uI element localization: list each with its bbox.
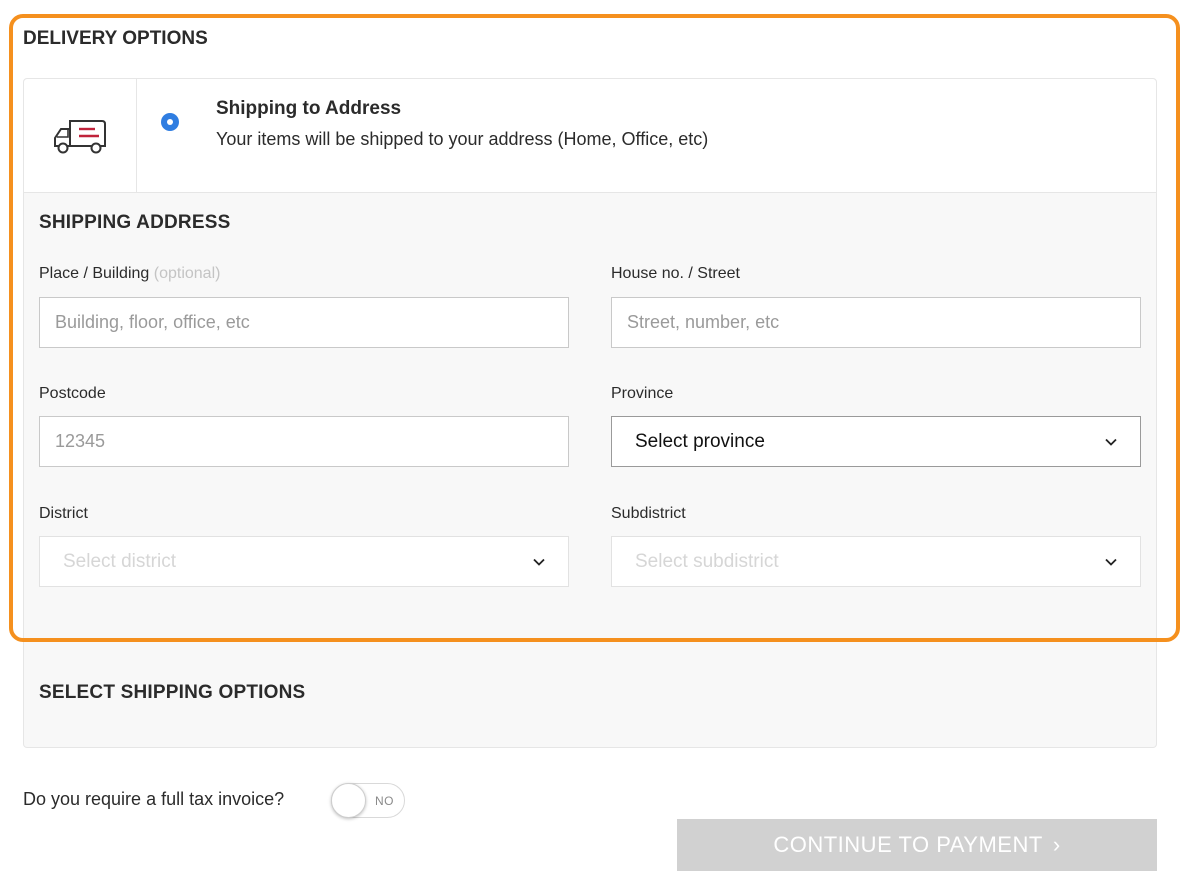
chevron-down-icon	[1105, 438, 1117, 446]
place-building-input[interactable]	[39, 297, 569, 348]
subdistrict-select-value: Select subdistrict	[635, 550, 779, 572]
postcode-label: Postcode	[39, 385, 106, 402]
street-label: House no. / Street	[611, 265, 740, 282]
option-description: Your items will be shipped to your addre…	[216, 129, 709, 149]
continue-to-payment-button[interactable]: CONTINUE TO PAYMENT ›	[677, 819, 1157, 871]
toggle-state-label: NO	[375, 794, 394, 808]
tax-invoice-toggle[interactable]: NO	[331, 783, 405, 818]
street-input[interactable]	[611, 297, 1141, 348]
radio-selected-dot	[167, 119, 173, 125]
truck-icon	[54, 119, 106, 153]
delivery-panel: Shipping to Address Your items will be s…	[23, 78, 1157, 748]
postcode-input[interactable]	[39, 416, 569, 467]
continue-button-label: CONTINUE TO PAYMENT	[773, 832, 1043, 857]
district-select[interactable]: Select district	[39, 536, 569, 587]
shipping-to-address-radio[interactable]	[161, 113, 179, 131]
toggle-knob[interactable]	[331, 783, 366, 818]
option-title: Shipping to Address	[216, 98, 402, 119]
district-select-value: Select district	[63, 550, 176, 572]
place-building-label: Place / Building (optional)	[39, 265, 220, 283]
truck-icon-cell	[24, 79, 137, 192]
district-label: District	[39, 505, 88, 522]
chevron-right-icon: ›	[1052, 832, 1061, 857]
province-select-value: Select province	[635, 430, 765, 452]
shipping-to-address-option[interactable]: Shipping to Address Your items will be s…	[24, 79, 1156, 193]
subdistrict-label: Subdistrict	[611, 505, 686, 522]
place-building-label-text: Place / Building	[39, 265, 150, 282]
tax-invoice-question: Do you require a full tax invoice?	[23, 789, 285, 809]
shipping-address-heading: SHIPPING ADDRESS	[39, 212, 231, 233]
subdistrict-select[interactable]: Select subdistrict	[611, 536, 1141, 587]
province-label: Province	[611, 385, 674, 402]
optional-hint: (optional)	[153, 265, 221, 282]
province-select[interactable]: Select province	[611, 416, 1141, 467]
delivery-options-heading: DELIVERY OPTIONS	[23, 28, 208, 49]
chevron-down-icon	[1105, 558, 1117, 566]
chevron-down-icon	[533, 558, 545, 566]
select-shipping-options-heading: SELECT SHIPPING OPTIONS	[39, 682, 306, 703]
